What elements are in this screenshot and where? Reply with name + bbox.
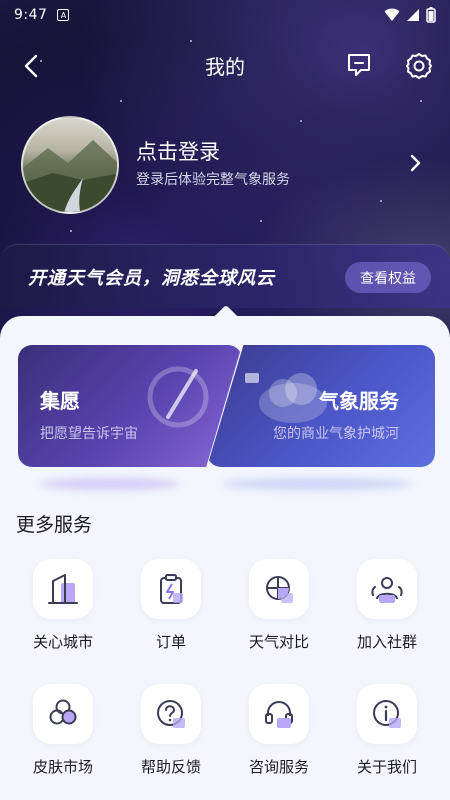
weather-service-title: 气象服务	[319, 389, 399, 413]
service-label: 皮肤市场	[32, 758, 93, 776]
weather-service-card[interactable]: 气象服务 您的商业气象护城河	[207, 345, 435, 467]
avatar[interactable]	[21, 116, 119, 214]
wish-card[interactable]: 集愿 把愿望告诉宇宙	[18, 345, 242, 467]
wish-orbit-icon	[147, 366, 209, 428]
wish-card-subtitle: 把愿望告诉宇宙	[40, 426, 138, 442]
section-title: 更多服务	[16, 514, 93, 536]
headset-icon	[265, 701, 293, 728]
wifi-icon	[384, 8, 400, 21]
service-join-community[interactable]: 加入社群	[333, 559, 441, 652]
wish-card-title: 集愿	[40, 389, 80, 413]
community-icon	[371, 577, 403, 603]
status-time: 9:47	[14, 7, 48, 23]
service-consulting[interactable]: 咨询服务	[225, 684, 333, 777]
service-about-us[interactable]: 关于我们	[333, 684, 441, 777]
service-label: 加入社群	[356, 633, 417, 651]
battery-icon	[426, 7, 436, 23]
service-label: 帮助反馈	[140, 758, 201, 776]
skin-icon	[49, 699, 77, 725]
signal-icon	[407, 9, 419, 21]
clipboard-icon	[160, 574, 183, 604]
service-weather-compare[interactable]: 天气对比	[225, 559, 333, 652]
chevron-right-icon[interactable]	[404, 152, 426, 174]
help-icon	[157, 700, 185, 728]
gear-icon[interactable]	[404, 51, 434, 81]
service-orders[interactable]: 订单	[117, 559, 225, 652]
info-icon	[373, 700, 401, 728]
service-care-city[interactable]: 关心城市	[9, 559, 117, 652]
globe-compare-icon	[266, 576, 293, 603]
service-label: 关心城市	[32, 633, 93, 651]
message-icon[interactable]	[345, 51, 373, 79]
service-label: 关于我们	[356, 758, 417, 776]
page-title: 我的	[205, 54, 245, 79]
top-bar: 我的	[0, 40, 450, 90]
service-label: 天气对比	[248, 633, 309, 651]
building-icon	[48, 574, 78, 604]
view-benefits-button[interactable]: 查看权益	[345, 262, 431, 293]
login-title[interactable]: 点击登录	[136, 136, 220, 166]
avatar-landscape-image	[23, 140, 117, 212]
sim-icon: A	[57, 9, 70, 21]
card-shadow	[40, 478, 180, 490]
weather-service-subtitle: 您的商业气象护城河	[273, 426, 399, 442]
card-shadow	[222, 478, 412, 490]
back-arrow-icon[interactable]	[18, 52, 46, 80]
service-label: 咨询服务	[248, 758, 309, 776]
login-subtitle: 登录后体验完整气象服务	[136, 172, 290, 188]
service-label: 订单	[155, 633, 186, 651]
service-skin-market[interactable]: 皮肤市场	[9, 684, 117, 777]
vip-banner-text: 开通天气会员，洞悉全球风云	[28, 268, 275, 289]
service-help-feedback[interactable]: 帮助反馈	[117, 684, 225, 777]
status-bar: 9:47 A	[0, 0, 450, 30]
